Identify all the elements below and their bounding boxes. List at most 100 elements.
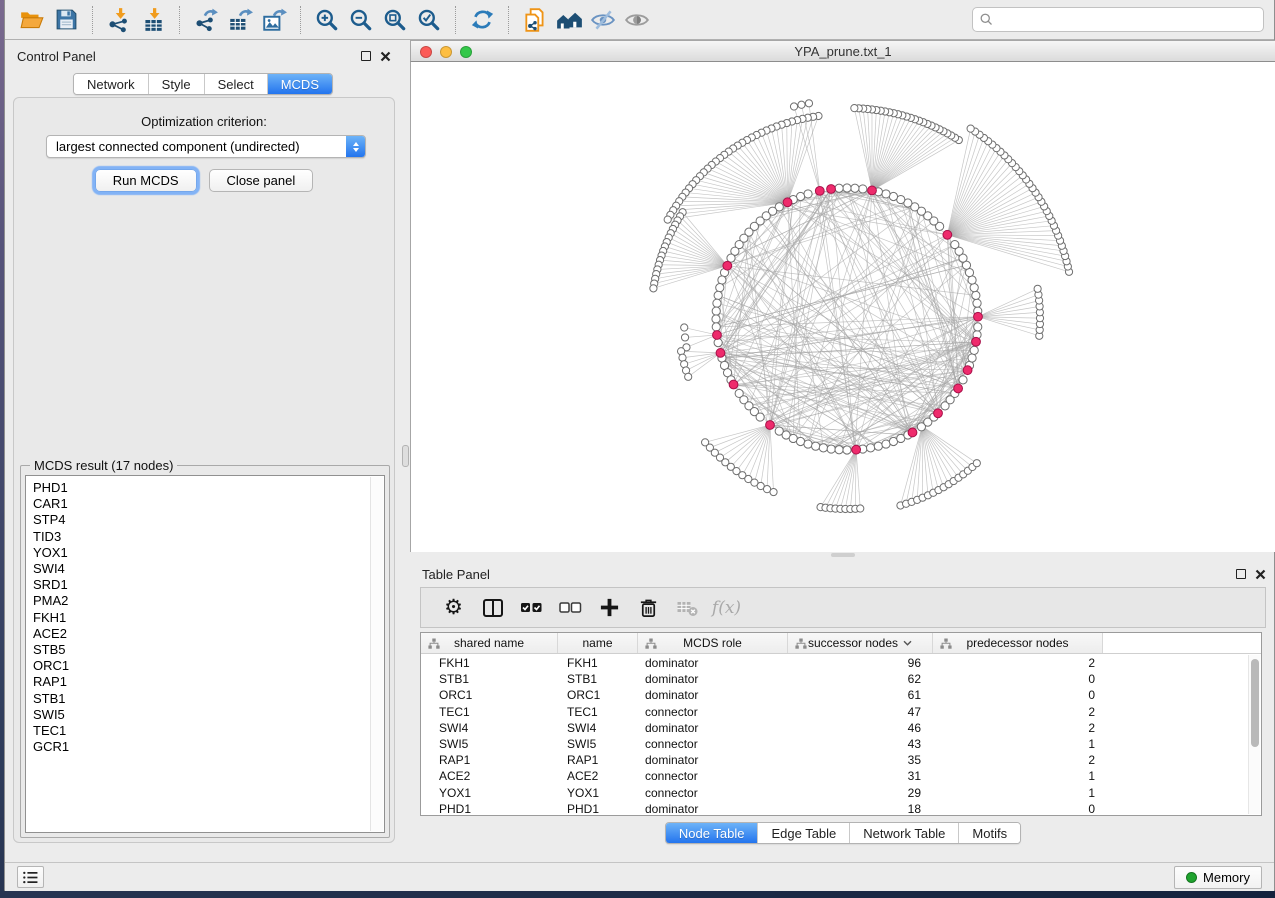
delete-column-button[interactable] bbox=[629, 593, 668, 623]
mcds-node[interactable] bbox=[783, 198, 792, 207]
table-cell[interactable]: connector bbox=[638, 769, 788, 783]
table-cell[interactable]: 1 bbox=[933, 786, 1103, 800]
mcds-result-item[interactable]: PHD1 bbox=[33, 480, 384, 496]
gene-node[interactable] bbox=[713, 299, 721, 307]
gene-node[interactable] bbox=[882, 440, 890, 448]
table-scrollbar[interactable] bbox=[1248, 655, 1260, 814]
table-cell[interactable]: dominator bbox=[638, 721, 788, 735]
gene-node[interactable] bbox=[867, 444, 875, 452]
gene-node[interactable] bbox=[974, 323, 982, 331]
column-header-name[interactable]: name bbox=[558, 633, 638, 653]
network-graph[interactable] bbox=[411, 62, 1275, 552]
gene-node[interactable] bbox=[812, 442, 820, 450]
table-row[interactable]: SWI5SWI5connector431 bbox=[421, 736, 1247, 752]
table-cell[interactable]: YOX1 bbox=[421, 786, 558, 800]
mcds-node[interactable] bbox=[972, 337, 981, 346]
gene-node[interactable] bbox=[756, 413, 764, 421]
export-image-button[interactable] bbox=[257, 3, 291, 37]
gene-node[interactable] bbox=[972, 291, 980, 299]
gene-node[interactable] bbox=[970, 346, 978, 354]
table-cell[interactable]: YOX1 bbox=[558, 786, 638, 800]
gene-node[interactable] bbox=[859, 185, 867, 193]
gene-node[interactable] bbox=[889, 192, 897, 200]
table-cell[interactable]: 2 bbox=[933, 753, 1103, 767]
table-cell[interactable]: TEC1 bbox=[421, 705, 558, 719]
table-cell[interactable]: dominator bbox=[638, 688, 788, 702]
mcds-result-item[interactable]: TEC1 bbox=[33, 723, 384, 739]
table-cell[interactable]: TEC1 bbox=[558, 705, 638, 719]
mcds-node[interactable] bbox=[934, 409, 943, 418]
minimize-window-icon[interactable] bbox=[440, 46, 452, 58]
mcds-node[interactable] bbox=[908, 428, 917, 437]
close-panel-icon[interactable] bbox=[1255, 569, 1266, 580]
gene-node[interactable] bbox=[718, 276, 726, 284]
table-cell[interactable]: 1 bbox=[933, 737, 1103, 751]
mcds-node[interactable] bbox=[713, 331, 722, 340]
table-cell[interactable]: 0 bbox=[933, 672, 1103, 686]
table-row[interactable]: TEC1TEC1connector472 bbox=[421, 704, 1247, 720]
leaf-node[interactable] bbox=[650, 285, 657, 292]
leaf-node[interactable] bbox=[664, 216, 671, 223]
gene-node[interactable] bbox=[835, 446, 843, 454]
table-cell[interactable]: dominator bbox=[638, 802, 788, 814]
gene-node[interactable] bbox=[874, 442, 882, 450]
first-neighbors-button[interactable] bbox=[552, 3, 586, 37]
leaf-node[interactable] bbox=[685, 373, 692, 380]
table-settings-button[interactable]: ⚙ bbox=[434, 593, 473, 623]
gene-node[interactable] bbox=[804, 190, 812, 198]
mcds-node[interactable] bbox=[852, 445, 861, 454]
mcds-result-item[interactable]: STB5 bbox=[33, 642, 384, 658]
leaf-node[interactable] bbox=[851, 105, 858, 112]
tab-style[interactable]: Style bbox=[149, 74, 205, 94]
table-cell[interactable]: 61 bbox=[788, 688, 933, 702]
mcds-node[interactable] bbox=[815, 186, 824, 195]
table-cell[interactable]: 43 bbox=[788, 737, 933, 751]
gene-node[interactable] bbox=[714, 291, 722, 299]
mcds-node[interactable] bbox=[943, 230, 952, 239]
mcds-node[interactable] bbox=[827, 185, 836, 194]
tab-network-table[interactable]: Network Table bbox=[850, 823, 959, 843]
table-row[interactable]: RAP1RAP1dominator352 bbox=[421, 752, 1247, 768]
table-cell[interactable]: FKH1 bbox=[421, 656, 558, 670]
zoom-out-button[interactable] bbox=[344, 3, 378, 37]
mcds-result-item[interactable]: GCR1 bbox=[33, 739, 384, 755]
result-list-scrollbar[interactable] bbox=[370, 477, 383, 831]
mcds-node[interactable] bbox=[716, 349, 725, 358]
gene-node[interactable] bbox=[843, 184, 851, 192]
gene-node[interactable] bbox=[712, 315, 720, 323]
memory-button[interactable]: Memory bbox=[1174, 866, 1262, 889]
float-panel-icon[interactable] bbox=[1236, 569, 1246, 579]
splitter-grip[interactable] bbox=[831, 553, 855, 557]
table-cell[interactable]: dominator bbox=[638, 656, 788, 670]
table-cell[interactable]: FKH1 bbox=[558, 656, 638, 670]
mcds-result-item[interactable]: STP4 bbox=[33, 512, 384, 528]
mcds-node[interactable] bbox=[974, 312, 983, 321]
leaf-node[interactable] bbox=[681, 324, 688, 331]
import-table-button[interactable] bbox=[136, 3, 170, 37]
gene-node[interactable] bbox=[804, 440, 812, 448]
export-table-button[interactable] bbox=[223, 3, 257, 37]
table-cell[interactable]: 96 bbox=[788, 656, 933, 670]
mcds-node[interactable] bbox=[954, 384, 963, 393]
leaf-node[interactable] bbox=[973, 460, 980, 467]
clear-column-selection-button[interactable] bbox=[551, 593, 590, 623]
gene-node[interactable] bbox=[835, 184, 843, 192]
gene-node[interactable] bbox=[959, 376, 967, 384]
mcds-result-list[interactable]: PHD1CAR1STP4TID3YOX1SWI4SRD1PMA2FKH1ACE2… bbox=[25, 475, 385, 833]
column-header-successor-nodes[interactable]: successor nodes bbox=[788, 633, 933, 653]
leaf-node[interactable] bbox=[967, 125, 974, 132]
table-cell[interactable]: 2 bbox=[933, 705, 1103, 719]
column-header-predecessor-nodes[interactable]: predecessor nodes bbox=[933, 633, 1103, 653]
close-panel-icon[interactable] bbox=[380, 51, 391, 62]
leaf-node[interactable] bbox=[790, 103, 797, 110]
table-cell[interactable]: 62 bbox=[788, 672, 933, 686]
table-cell[interactable]: connector bbox=[638, 786, 788, 800]
mcds-result-item[interactable]: YOX1 bbox=[33, 545, 384, 561]
tab-edge-table[interactable]: Edge Table bbox=[758, 823, 850, 843]
leaf-node[interactable] bbox=[681, 334, 688, 341]
gene-node[interactable] bbox=[968, 354, 976, 362]
network-canvas[interactable] bbox=[410, 62, 1275, 552]
gene-node[interactable] bbox=[968, 276, 976, 284]
table-cell[interactable]: PHD1 bbox=[558, 802, 638, 814]
mcds-result-item[interactable]: STB1 bbox=[33, 691, 384, 707]
